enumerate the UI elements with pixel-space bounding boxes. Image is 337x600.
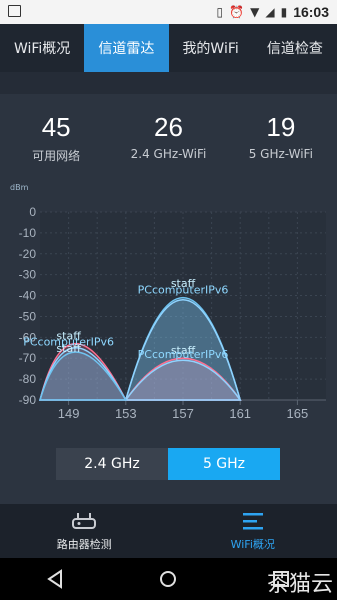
y-tick-label: -70 xyxy=(19,351,37,365)
network-label: staff xyxy=(56,342,81,355)
router-icon xyxy=(72,513,97,529)
nav-router-check[interactable]: 路由器检测 xyxy=(0,504,169,558)
menu-lines-icon xyxy=(242,513,263,530)
tab-my-wifi[interactable]: 我的WiFi xyxy=(169,24,253,72)
network-label: PCcomputerIPv6 xyxy=(138,348,229,361)
network-label: PCcomputerIPv6 xyxy=(138,283,229,296)
stat-available-networks: 45 可用网络 xyxy=(0,94,112,172)
y-axis-unit: dBm xyxy=(10,183,29,192)
y-tick-label: 0 xyxy=(29,205,36,219)
y-tick-label: -50 xyxy=(19,309,37,323)
cell-signal-icon: ◢ xyxy=(265,5,275,19)
stat-value: 45 xyxy=(41,112,71,142)
home-icon[interactable] xyxy=(157,568,179,590)
stat-5ghz-wifi: 19 5 GHz-WiFi xyxy=(225,94,337,172)
wifi-signal-icon: ▼ xyxy=(250,5,260,19)
y-tick-label: -90 xyxy=(19,393,37,407)
y-tick-label: -10 xyxy=(19,226,37,240)
tab-channel-check[interactable]: 信道检查 xyxy=(253,24,337,72)
stat-label: 可用网络 xyxy=(32,149,81,163)
band-toggle: 2.4 GHz 5 GHz xyxy=(56,448,280,480)
x-tick-label: 157 xyxy=(172,406,194,421)
x-tick-label: 161 xyxy=(229,406,251,421)
y-tick-label: -20 xyxy=(19,247,37,261)
y-tick-label: -30 xyxy=(19,268,37,282)
alarm-icon: ⏰ xyxy=(229,5,245,19)
stat-value: 26 xyxy=(154,112,183,142)
bottom-nav: 路由器检测 WiFi概况 xyxy=(0,504,337,558)
channel-radar-chart: dBm 0 -10 -20 -30 -40 -50 -60 -70 -80 -90 149 153 157… xyxy=(0,176,337,430)
y-tick-label: -40 xyxy=(19,289,37,303)
back-icon[interactable] xyxy=(45,568,67,590)
x-tick-label: 153 xyxy=(115,406,137,421)
x-tick-label: 165 xyxy=(287,406,309,421)
nav-wifi-overview[interactable]: WiFi概况 xyxy=(169,504,337,558)
y-tick-label: -80 xyxy=(19,372,37,386)
stat-value: 19 xyxy=(266,112,296,142)
vibrate-icon: ▯ xyxy=(216,5,224,19)
tab-channel-radar[interactable]: 信道雷达 xyxy=(84,24,169,72)
nav-label: WiFi概况 xyxy=(230,538,275,551)
watermark-text: 茶猫云 xyxy=(266,572,333,597)
status-bar: ▯ ⏰ ▼ ◢ ▮ 16:03 xyxy=(0,0,337,24)
tab-wifi-overview[interactable]: WiFi概况 xyxy=(0,24,84,72)
sub-header-bar xyxy=(0,72,337,94)
image-notification-icon xyxy=(8,5,21,17)
status-time: 16:03 xyxy=(293,4,329,20)
nav-label: 路由器检测 xyxy=(56,538,112,551)
stat-24ghz-wifi: 26 2.4 GHz-WiFi xyxy=(112,94,224,172)
band-5ghz-button[interactable]: 5 GHz xyxy=(168,448,280,480)
stat-label: 2.4 GHz-WiFi xyxy=(130,147,207,161)
stat-label: 5 GHz-WiFi xyxy=(248,147,313,161)
band-24ghz-button[interactable]: 2.4 GHz xyxy=(56,448,168,480)
top-tabs: WiFi概况 信道雷达 我的WiFi 信道检查 xyxy=(0,24,337,72)
battery-icon: ▮ xyxy=(280,5,288,19)
stats-row: 45 可用网络 26 2.4 GHz-WiFi 19 5 GHz-WiFi xyxy=(0,94,337,172)
x-tick-label: 149 xyxy=(58,406,80,421)
